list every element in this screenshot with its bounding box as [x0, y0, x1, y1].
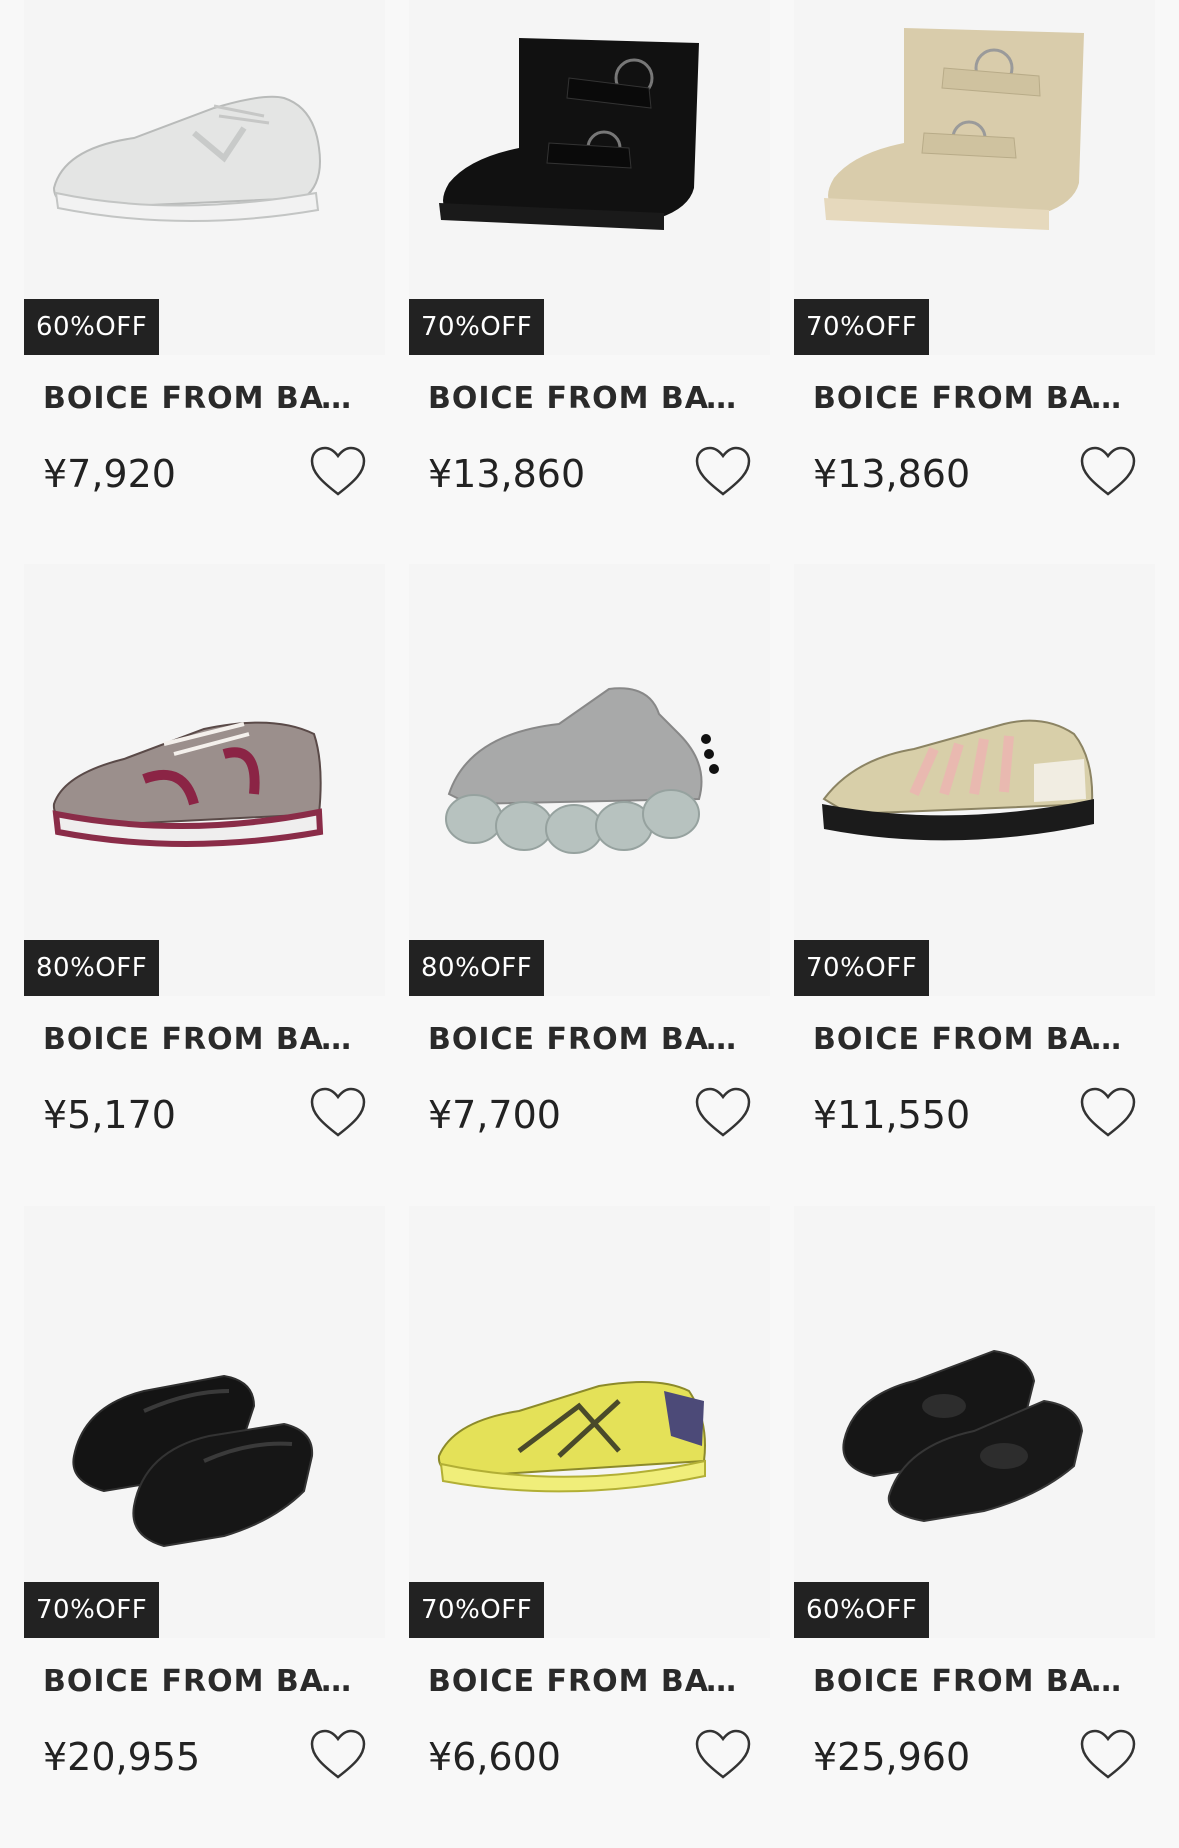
- yellow-sneaker-image: [437, 1381, 706, 1493]
- price-row: ¥13,860: [409, 446, 770, 502]
- trail-sneaker-image: [822, 719, 1094, 841]
- price-row: ¥6,600: [409, 1729, 770, 1785]
- product-card[interactable]: 70%OFF BOICE FROM BAY... ¥13,860: [409, 0, 770, 564]
- discount-badge: 70%OFF: [409, 1582, 545, 1638]
- discount-badge: 70%OFF: [794, 299, 930, 355]
- product-brand[interactable]: BOICE FROM BAY...: [813, 1664, 1133, 1699]
- product-image[interactable]: 80%OFF: [409, 564, 770, 996]
- product-price: ¥11,550: [813, 1093, 971, 1137]
- product-image[interactable]: 70%OFF: [409, 0, 770, 355]
- product-card[interactable]: 70%OFF BOICE FROM BAY... ¥11,550: [794, 564, 1155, 1206]
- product-card[interactable]: 70%OFF BOICE FROM BAY... ¥20,955: [24, 1206, 385, 1848]
- product-brand[interactable]: BOICE FROM BAY...: [428, 1022, 748, 1057]
- price-row: ¥20,955: [24, 1729, 385, 1785]
- product-card[interactable]: 70%OFF BOICE FROM BAY... ¥13,860: [794, 0, 1155, 564]
- heart-outline-icon[interactable]: [309, 446, 367, 498]
- price-row: ¥25,960: [794, 1729, 1155, 1785]
- discount-badge: 70%OFF: [409, 299, 545, 355]
- product-price: ¥7,920: [43, 452, 176, 496]
- product-price: ¥25,960: [813, 1735, 971, 1779]
- product-image[interactable]: 70%OFF: [409, 1206, 770, 1638]
- black-strap-shoes-image: [842, 1349, 1084, 1523]
- product-card[interactable]: 70%OFF BOICE FROM BAY... ¥6,600: [409, 1206, 770, 1848]
- heart-outline-icon[interactable]: [1079, 446, 1137, 498]
- heart-outline-icon[interactable]: [309, 1729, 367, 1781]
- product-price: ¥6,600: [428, 1735, 561, 1779]
- product-image[interactable]: 70%OFF: [794, 0, 1155, 355]
- black-mary-jane-image: [72, 1374, 314, 1548]
- product-brand[interactable]: BOICE FROM BAY...: [813, 1022, 1133, 1057]
- product-brand[interactable]: BOICE FROM BAY...: [43, 1022, 363, 1057]
- price-row: ¥13,860: [794, 446, 1155, 502]
- product-price: ¥13,860: [813, 452, 971, 496]
- heart-outline-icon[interactable]: [1079, 1729, 1137, 1781]
- product-image[interactable]: 60%OFF: [794, 1206, 1155, 1638]
- heart-outline-icon[interactable]: [694, 1087, 752, 1139]
- discount-badge: 60%OFF: [24, 299, 160, 355]
- grey-bubble-sneaker-image: [445, 687, 719, 854]
- product-brand[interactable]: BOICE FROM BAY...: [43, 381, 363, 416]
- grey-burgundy-sneaker-image: [52, 721, 324, 847]
- heart-outline-icon[interactable]: [694, 446, 752, 498]
- product-price: ¥20,955: [43, 1735, 201, 1779]
- product-image[interactable]: 80%OFF: [24, 564, 385, 996]
- product-grid: 60%OFF BOICE FROM BAY... ¥7,920 70%OFF B…: [24, 0, 1155, 1848]
- product-image[interactable]: 60%OFF: [24, 0, 385, 355]
- discount-badge: 80%OFF: [24, 940, 160, 996]
- price-row: ¥7,920: [24, 446, 385, 502]
- discount-badge: 70%OFF: [794, 940, 930, 996]
- discount-badge: 80%OFF: [409, 940, 545, 996]
- product-brand[interactable]: BOICE FROM BAY...: [43, 1664, 363, 1699]
- price-row: ¥7,700: [409, 1087, 770, 1143]
- product-card[interactable]: 80%OFF BOICE FROM BAY... ¥7,700: [409, 564, 770, 1206]
- product-card[interactable]: 80%OFF BOICE FROM BAY... ¥5,170: [24, 564, 385, 1206]
- product-card[interactable]: 60%OFF BOICE FROM BAY... ¥25,960: [794, 1206, 1155, 1848]
- discount-badge: 60%OFF: [794, 1582, 930, 1638]
- product-brand[interactable]: BOICE FROM BAY...: [813, 381, 1133, 416]
- product-card[interactable]: 60%OFF BOICE FROM BAY... ¥7,920: [24, 0, 385, 564]
- product-image[interactable]: 70%OFF: [794, 564, 1155, 996]
- product-brand[interactable]: BOICE FROM BAY...: [428, 381, 748, 416]
- price-row: ¥5,170: [24, 1087, 385, 1143]
- price-row: ¥11,550: [794, 1087, 1155, 1143]
- heart-outline-icon[interactable]: [1079, 1087, 1137, 1139]
- product-price: ¥13,860: [428, 452, 586, 496]
- product-brand[interactable]: BOICE FROM BAY...: [428, 1664, 748, 1699]
- heart-outline-icon[interactable]: [309, 1087, 367, 1139]
- heart-outline-icon[interactable]: [694, 1729, 752, 1781]
- product-image[interactable]: 70%OFF: [24, 1206, 385, 1638]
- product-price: ¥7,700: [428, 1093, 561, 1137]
- product-price: ¥5,170: [43, 1093, 176, 1137]
- discount-badge: 70%OFF: [24, 1582, 160, 1638]
